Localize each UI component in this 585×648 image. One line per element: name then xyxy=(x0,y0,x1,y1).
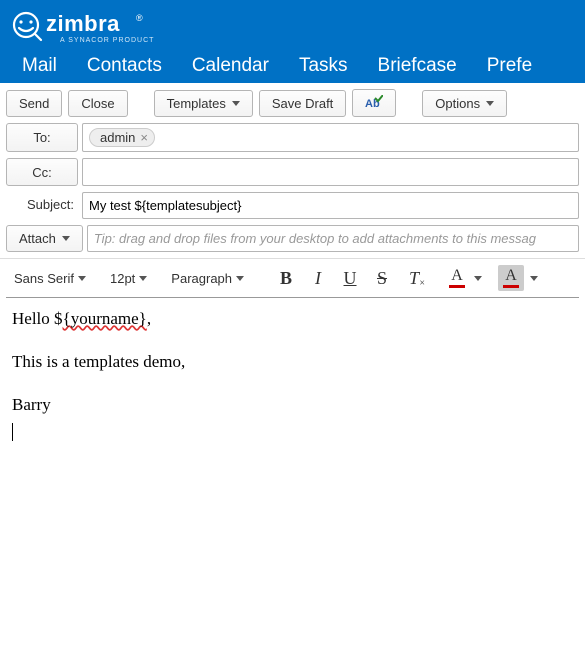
spell-error: {yourname} xyxy=(63,309,147,328)
cc-field[interactable] xyxy=(82,158,579,186)
italic-button[interactable]: I xyxy=(304,265,332,291)
to-field[interactable]: admin × xyxy=(82,123,579,152)
attach-tip: Tip: drag and drop files from your deskt… xyxy=(87,225,579,252)
strikethrough-button[interactable]: S xyxy=(368,265,396,291)
brand-logo: zimbra ® A SYNACOR PRODUCT xyxy=(8,4,577,49)
templates-label: Templates xyxy=(167,96,226,111)
nav-contacts[interactable]: Contacts xyxy=(87,55,162,77)
caret-down-icon[interactable] xyxy=(474,276,482,281)
caret-down-icon xyxy=(486,101,494,106)
body-line: This is a templates demo, xyxy=(12,351,573,374)
chip-remove-icon[interactable]: × xyxy=(140,131,148,144)
font-family-select[interactable]: Sans Serif xyxy=(10,268,90,289)
caret-down-icon xyxy=(62,236,70,241)
nav-tasks[interactable]: Tasks xyxy=(299,55,348,77)
body-line: Barry xyxy=(12,394,573,417)
text-color-button[interactable]: A xyxy=(446,265,468,291)
cc-picker-button[interactable]: Cc: xyxy=(6,158,78,186)
to-picker-button[interactable]: To: xyxy=(6,123,78,152)
font-size-label: 12pt xyxy=(110,271,135,286)
compose-toolbar: Send Close Templates Save Draft Ab Optio… xyxy=(0,83,585,123)
recipient-chip-label: admin xyxy=(100,130,135,145)
options-dropdown[interactable]: Options xyxy=(422,90,507,117)
svg-text:®: ® xyxy=(136,13,143,23)
caret-down-icon xyxy=(232,101,240,106)
bold-button[interactable]: B xyxy=(272,265,300,291)
svg-text:A SYNACOR PRODUCT: A SYNACOR PRODUCT xyxy=(60,37,154,44)
highlight-color-button[interactable]: A xyxy=(498,265,524,291)
nav-mail[interactable]: Mail xyxy=(22,55,57,77)
attach-label: Attach xyxy=(19,231,56,246)
recipient-chip[interactable]: admin × xyxy=(89,128,155,147)
save-draft-button[interactable]: Save Draft xyxy=(259,90,346,117)
spellcheck-button[interactable]: Ab xyxy=(352,89,396,117)
close-button[interactable]: Close xyxy=(68,90,127,117)
caret-down-icon xyxy=(78,276,86,281)
font-family-label: Sans Serif xyxy=(14,271,74,286)
body-line: Hello ${yourname}, xyxy=(12,308,573,331)
paragraph-style-select[interactable]: Paragraph xyxy=(167,268,248,289)
nav-preferences[interactable]: Prefe xyxy=(487,55,532,77)
options-label: Options xyxy=(435,96,480,111)
message-body-editor[interactable]: Hello ${yourname}, This is a templates d… xyxy=(6,297,579,617)
templates-dropdown[interactable]: Templates xyxy=(154,90,253,117)
underline-button[interactable]: U xyxy=(336,265,364,291)
nav-calendar[interactable]: Calendar xyxy=(192,55,269,77)
clear-format-button[interactable]: T xyxy=(400,265,428,291)
attach-dropdown[interactable]: Attach xyxy=(6,225,83,252)
nav-briefcase[interactable]: Briefcase xyxy=(378,55,457,77)
main-nav: Mail Contacts Calendar Tasks Briefcase P… xyxy=(8,49,577,83)
text-color-swatch xyxy=(449,285,465,288)
caret-down-icon xyxy=(236,276,244,281)
send-button[interactable]: Send xyxy=(6,90,62,117)
font-size-select[interactable]: 12pt xyxy=(106,268,151,289)
paragraph-style-label: Paragraph xyxy=(171,271,232,286)
subject-label: Subject: xyxy=(6,192,78,219)
caret-down-icon[interactable] xyxy=(530,276,538,281)
svg-text:zimbra: zimbra xyxy=(46,11,120,36)
format-toolbar: Sans Serif 12pt Paragraph B I U S T A A xyxy=(0,258,585,297)
text-cursor xyxy=(12,423,13,441)
subject-input[interactable] xyxy=(82,192,579,219)
spellcheck-icon: Ab xyxy=(365,95,383,111)
highlight-color-swatch xyxy=(503,285,519,288)
caret-down-icon xyxy=(139,276,147,281)
